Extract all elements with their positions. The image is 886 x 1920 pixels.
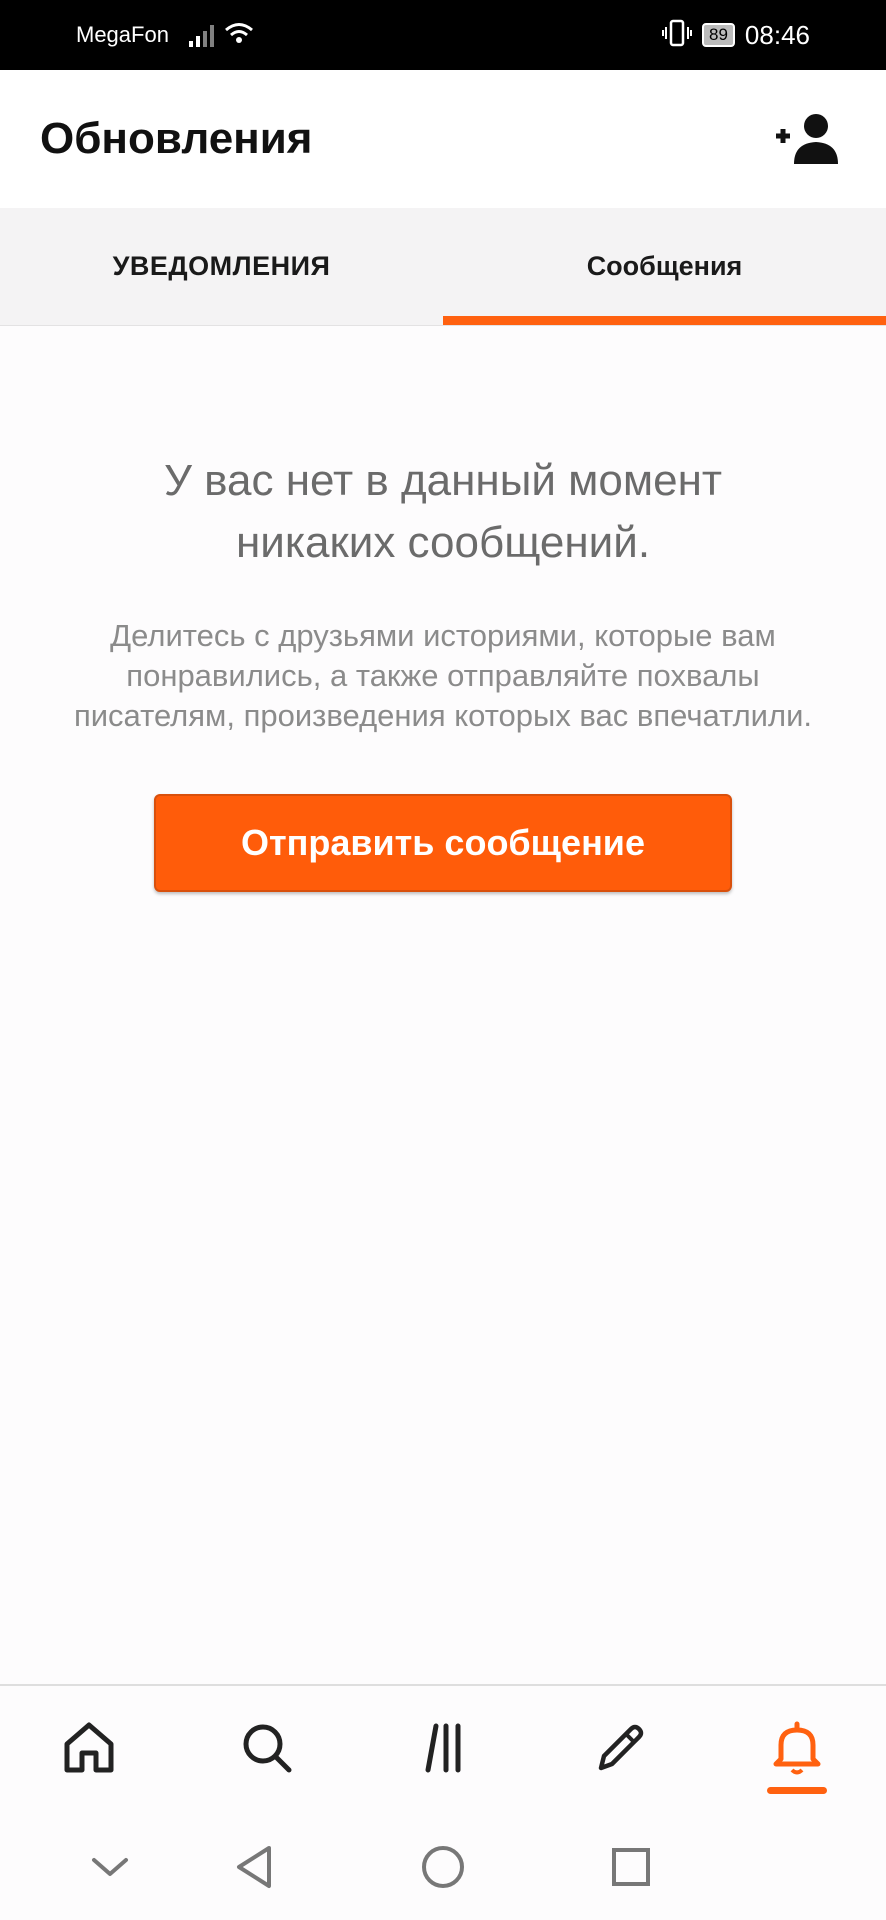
page-title: Обновления bbox=[40, 114, 313, 163]
bell-icon bbox=[768, 1719, 826, 1782]
chevron-down-icon[interactable] bbox=[90, 1855, 130, 1879]
battery-indicator: 89 bbox=[702, 23, 735, 47]
search-icon bbox=[239, 1720, 293, 1781]
library-icon bbox=[416, 1720, 470, 1781]
status-bar: MegaFon 89 08:46 bbox=[0, 0, 886, 70]
pencil-icon bbox=[593, 1720, 647, 1781]
clock: 08:46 bbox=[744, 19, 810, 50]
home-circle-icon[interactable] bbox=[420, 1844, 466, 1890]
system-navigation-bar bbox=[0, 1814, 886, 1920]
active-tab-indicator bbox=[443, 316, 886, 325]
carrier-label: MegaFon bbox=[76, 22, 169, 47]
wifi-icon bbox=[224, 21, 254, 50]
empty-state: У вас нет в данный момент никаких сообще… bbox=[0, 326, 886, 892]
back-triangle-icon[interactable] bbox=[233, 1844, 275, 1890]
tab-messages-label: Сообщения bbox=[586, 251, 743, 281]
recents-square-icon[interactable] bbox=[610, 1846, 652, 1888]
send-message-button[interactable]: Отправить сообщение bbox=[154, 794, 732, 892]
nav-updates[interactable] bbox=[709, 1686, 886, 1814]
screen: MegaFon 89 08:46 Обновления УВЕДОМЛЕНИЯ … bbox=[0, 0, 886, 1920]
nav-search[interactable] bbox=[177, 1686, 354, 1814]
bottom-navigation bbox=[0, 1684, 886, 1814]
add-person-icon[interactable] bbox=[770, 109, 846, 169]
signal-icon bbox=[188, 23, 214, 47]
nav-library[interactable] bbox=[354, 1686, 531, 1814]
app-header: Обновления bbox=[0, 70, 886, 208]
tab-notifications[interactable]: УВЕДОМЛЕНИЯ bbox=[0, 208, 443, 325]
tab-bar: УВЕДОМЛЕНИЯ Сообщения bbox=[0, 208, 886, 326]
nav-home[interactable] bbox=[0, 1686, 177, 1814]
nav-write[interactable] bbox=[532, 1686, 709, 1814]
vibrate-icon bbox=[662, 19, 692, 52]
tab-notifications-label: УВЕДОМЛЕНИЯ bbox=[112, 251, 331, 281]
empty-state-description: Делитесь с друзьями историями, которые в… bbox=[73, 618, 813, 733]
tab-messages[interactable]: Сообщения bbox=[443, 208, 886, 325]
home-icon bbox=[62, 1720, 116, 1781]
active-nav-indicator bbox=[767, 1787, 828, 1794]
empty-state-headline: У вас нет в данный момент никаких сообще… bbox=[163, 456, 723, 567]
